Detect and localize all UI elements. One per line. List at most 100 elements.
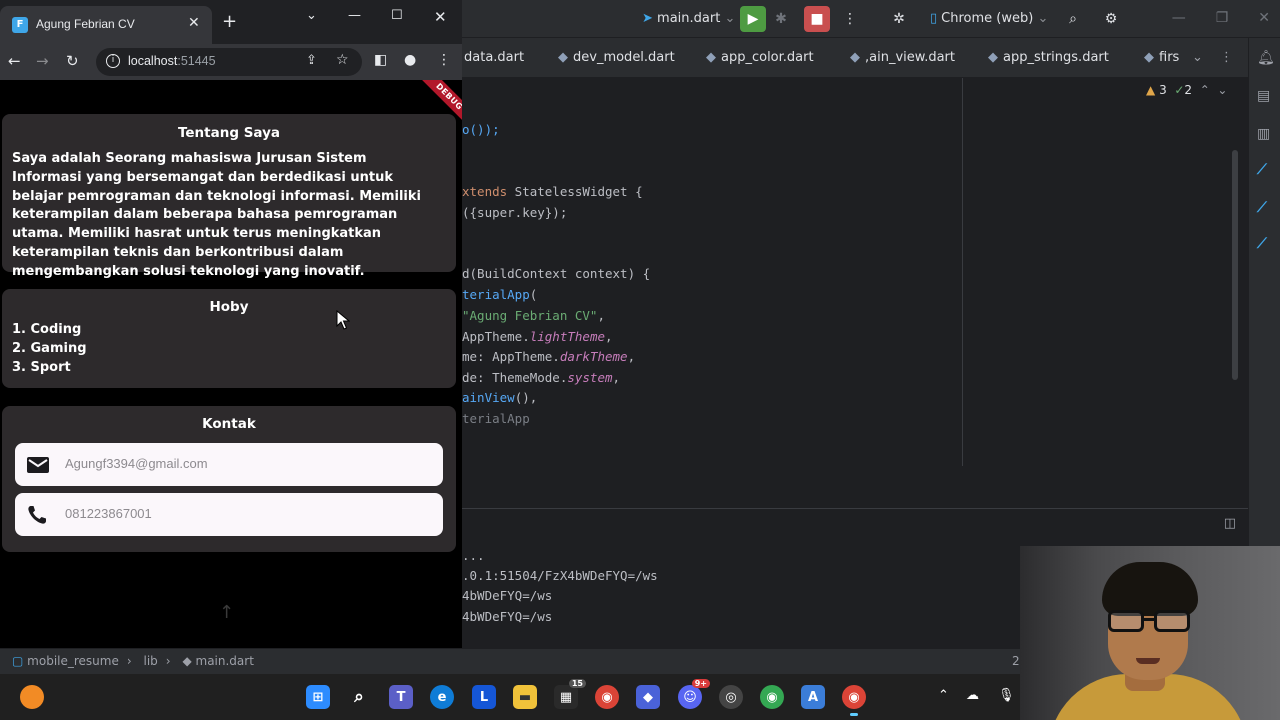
device-manager-icon[interactable]: ▤ [1257, 88, 1273, 104]
debug-button[interactable]: ✱ [768, 6, 794, 32]
discord-icon[interactable]: ☺ 9+ [678, 679, 710, 709]
chrome-menu-icon[interactable]: ⋮ [437, 52, 451, 68]
code-editor[interactable]: o()); xtends StatelessWidget { ({super.k… [462, 78, 1248, 468]
layout-icon[interactable]: ◫ [1224, 516, 1236, 531]
onedrive-icon[interactable]: ☁ [966, 688, 979, 703]
close-icon[interactable]: ✕ [1258, 10, 1270, 26]
editor-tab[interactable]: data.dart [464, 50, 524, 65]
minimize-icon[interactable]: — [348, 8, 361, 23]
code-line: terialApp [462, 411, 530, 426]
console-line: 4bWDeFYQ=/ws [462, 609, 553, 624]
browser-tab[interactable]: F Agung Febrian CV ✕ [0, 6, 212, 44]
tabs-overflow-icon[interactable]: ⌄ [1192, 50, 1203, 65]
search-icon[interactable]: ⌕ [1060, 6, 1086, 32]
about-text: Saya adalah Seorang mahasiswa Jurusan Si… [12, 151, 421, 279]
restore-icon[interactable]: ❐ [1216, 10, 1229, 26]
breadcrumb-project[interactable]: mobile_resume [27, 654, 119, 668]
store-icon[interactable]: ▦ 15 [554, 679, 586, 709]
run-config-selector[interactable]: ➤ main.dart ⌄ [642, 11, 735, 26]
chrome-icon[interactable]: ◉ [595, 685, 619, 709]
discord-badge: 9+ [691, 679, 710, 688]
editor-scrollbar[interactable] [1232, 150, 1238, 380]
device-selector[interactable]: ▯ Chrome (web) ⌄ [930, 11, 1048, 26]
android-studio-icon[interactable]: A [801, 685, 825, 709]
webcam-overlay [1020, 546, 1280, 720]
editor-tab[interactable]: ◆ firs [1144, 50, 1179, 65]
breadcrumb: ▢ mobile_resume › lib › ◆ main.dart [12, 654, 254, 668]
editor-tab[interactable]: ◆ ,ain_view.dart [850, 50, 955, 65]
app-icon[interactable]: ◆ [636, 685, 660, 709]
obs-icon[interactable]: ◎ [719, 685, 743, 709]
email-icon [27, 457, 49, 473]
microphone-icon[interactable]: 🎙︎ [998, 688, 1015, 703]
hobby-card: Hoby 1. Coding 2. Gaming 3. Sport [2, 289, 456, 388]
desktop: ➤ main.dart ⌄ ▶ ✱ ■ ⋮ ✲ ▯ Chrome (web) ⌄ … [0, 0, 1280, 720]
launcher-icon[interactable]: L [472, 685, 496, 709]
tab-search-icon[interactable]: ⌄ [306, 8, 317, 23]
phone-field[interactable]: 081223867001 [15, 493, 443, 536]
dart-file-icon: ◆ [1144, 50, 1154, 65]
code-line: xtends StatelessWidget { [462, 184, 643, 199]
close-tab-icon[interactable]: ✕ [188, 15, 200, 31]
stop-button[interactable]: ■ [804, 6, 830, 32]
chrome-profile-icon[interactable]: ◉ [760, 685, 784, 709]
gear-icon[interactable]: ⚙ [1098, 6, 1124, 32]
folder-icon[interactable]: ▬ [513, 685, 537, 709]
store-badge: 15 [568, 679, 586, 688]
new-tab-icon[interactable]: + [222, 13, 237, 31]
cursor-position[interactable]: 2 [1012, 654, 1020, 668]
teams-icon[interactable]: T [389, 685, 413, 709]
forward-icon[interactable]: → [36, 52, 49, 70]
back-icon[interactable]: ← [8, 52, 21, 70]
ide-window-controls: — ❐ ✕ [1172, 10, 1270, 26]
editor-split-divider [962, 78, 963, 466]
notifications-icon[interactable]: 🔔︎ [1257, 50, 1275, 66]
mouse-cursor-icon [336, 310, 350, 330]
bookmark-star-icon[interactable]: ☆ [336, 52, 349, 68]
phone-icon [28, 506, 46, 524]
run-button[interactable]: ▶ [740, 6, 766, 32]
tabs-menu-icon[interactable]: ⋮ [1220, 50, 1233, 65]
email-field[interactable]: Agungf3394@gmail.com [15, 443, 443, 486]
module-icon: ▢ [12, 654, 24, 668]
reload-icon[interactable]: ↻ [66, 52, 79, 70]
code-line: AppTheme.lightTheme, [462, 329, 613, 344]
tray-overflow-icon[interactable]: ⌃ [938, 688, 949, 703]
flutter-performance-icon[interactable]: ⟋ [1257, 236, 1273, 252]
glasses [1108, 610, 1192, 634]
chevron-down-icon[interactable]: ⌄ [1217, 83, 1227, 97]
run-config-label: main.dart [657, 11, 721, 26]
minimize-icon[interactable]: — [1172, 10, 1186, 26]
breadcrumb-file[interactable]: main.dart [196, 654, 254, 668]
run-panel-header: ◫ [462, 508, 1248, 538]
editor-tab[interactable]: ◆ app_strings.dart [988, 50, 1109, 65]
code-line: ({super.key}); [462, 205, 568, 220]
editor-tab[interactable]: ◆ app_color.dart [706, 50, 814, 65]
inspection-widget[interactable]: ▲ 3 ✓2 ⌃ ⌄ [1146, 83, 1227, 97]
more-actions-icon[interactable]: ⋮ [837, 6, 863, 32]
gradle-icon[interactable]: ▥ [1257, 126, 1273, 142]
code-line: o()); [462, 122, 500, 137]
flutter-outline-icon[interactable]: ⟋ [1257, 200, 1273, 216]
tab-title: Agung Febrian CV [36, 17, 135, 31]
chrome-active-icon[interactable]: ◉ [842, 685, 866, 716]
bug-icon[interactable]: ✲ [886, 6, 912, 32]
weather-icon[interactable] [20, 685, 44, 709]
search-icon[interactable]: ⌕ [347, 685, 371, 709]
share-icon[interactable]: ⇪ [306, 53, 317, 68]
chrome-window: F Agung Febrian CV ✕ + ⌄ — ☐ ✕ ← → ↻ i l… [0, 0, 462, 648]
profile-icon[interactable]: ● [404, 52, 416, 68]
editor-tab[interactable]: ◆ dev_model.dart [558, 50, 675, 65]
side-panel-icon[interactable]: ◧ [374, 52, 387, 68]
start-icon[interactable]: ⊞ [306, 685, 330, 709]
close-icon[interactable]: ✕ [434, 8, 447, 26]
site-info-icon[interactable]: i [106, 54, 120, 68]
address-bar[interactable]: i localhost:51445 ⇪ ☆ [96, 48, 362, 76]
about-card: Tentang Saya Saya adalah Seorang mahasis… [2, 114, 456, 279]
chevron-up-icon[interactable]: ⌃ [1200, 83, 1210, 97]
breadcrumb-folder[interactable]: lib [144, 654, 158, 668]
maximize-icon[interactable]: ☐ [391, 8, 403, 23]
flutter-inspector-icon[interactable]: ⟋ [1257, 162, 1273, 178]
edge-icon[interactable]: e [430, 685, 454, 709]
chrome-titlebar: F Agung Febrian CV ✕ + ⌄ — ☐ ✕ [0, 0, 462, 44]
